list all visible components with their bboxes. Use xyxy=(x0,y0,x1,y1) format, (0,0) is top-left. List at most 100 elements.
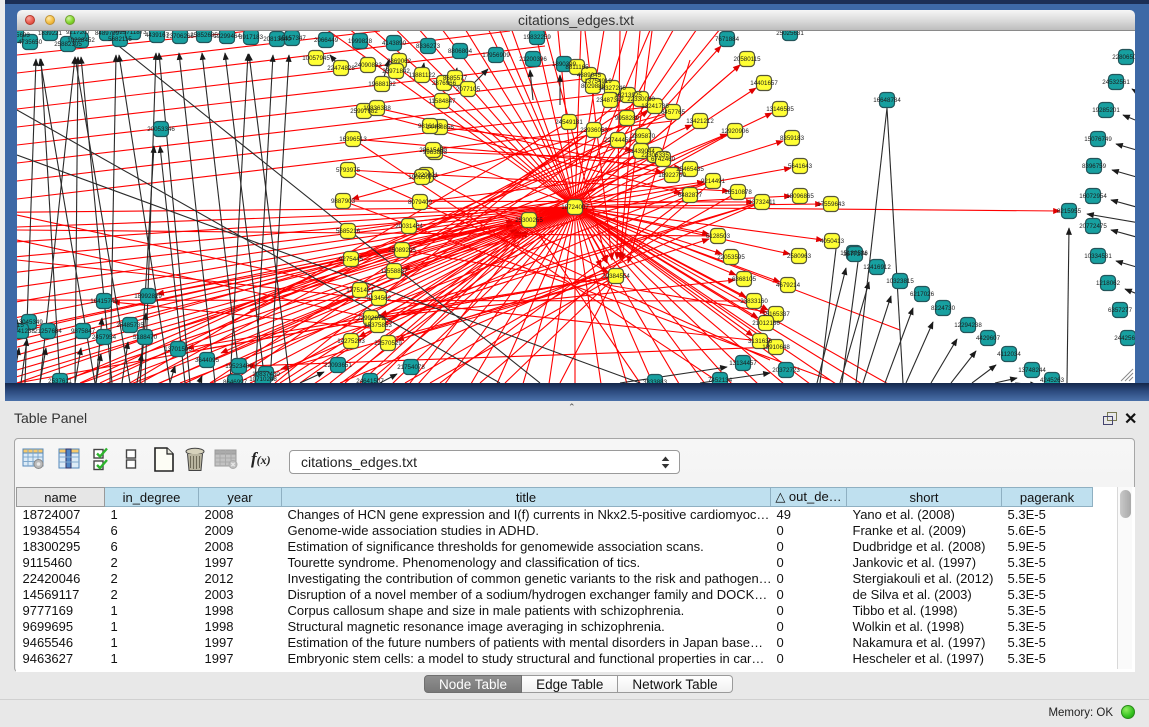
svg-text:19688132: 19688132 xyxy=(368,81,396,88)
svg-text:6742460: 6742460 xyxy=(651,156,676,163)
svg-text:11558837: 11558837 xyxy=(380,268,408,275)
svg-text:12294238: 12294238 xyxy=(954,322,982,329)
svg-text:12541238: 12541238 xyxy=(17,328,35,335)
svg-text:8806804: 8806804 xyxy=(448,48,473,55)
svg-text:5188470: 5188470 xyxy=(133,334,158,341)
svg-text:21012166: 21012166 xyxy=(752,320,780,327)
svg-text:19285201: 19285201 xyxy=(1092,107,1120,114)
svg-text:23936053: 23936053 xyxy=(580,127,608,134)
svg-text:22992872: 22992872 xyxy=(357,315,385,322)
svg-text:18096865: 18096865 xyxy=(786,193,814,200)
svg-text:22806503: 22806503 xyxy=(1112,54,1135,61)
svg-text:20580115: 20580115 xyxy=(733,56,761,63)
svg-text:17956909: 17956909 xyxy=(482,52,510,59)
svg-text:17751421: 17751421 xyxy=(346,287,374,294)
svg-text:9958289: 9958289 xyxy=(615,115,640,122)
svg-text:4679214: 4679214 xyxy=(776,282,801,289)
svg-text:13146585: 13146585 xyxy=(766,106,794,113)
svg-text:5793975: 5793975 xyxy=(336,167,361,174)
svg-text:18724007: 18724007 xyxy=(561,204,589,211)
svg-text:19085076: 19085076 xyxy=(408,174,436,181)
svg-text:6128503: 6128503 xyxy=(706,233,731,240)
svg-text:3395870: 3395870 xyxy=(631,133,656,140)
svg-text:4050413: 4050413 xyxy=(820,238,845,245)
svg-text:14401657: 14401657 xyxy=(750,80,778,87)
svg-text:10710248: 10710248 xyxy=(249,376,277,383)
svg-text:15157347: 15157347 xyxy=(278,35,306,42)
svg-text:21200396: 21200396 xyxy=(519,56,547,63)
svg-text:4429607: 4429607 xyxy=(976,335,1001,342)
svg-text:25485735: 25485735 xyxy=(116,322,144,329)
svg-text:8396759: 8396759 xyxy=(1082,163,1107,170)
svg-text:22474828: 22474828 xyxy=(327,65,355,72)
svg-text:14275203: 14275203 xyxy=(337,338,365,345)
svg-text:24549181: 24549181 xyxy=(555,119,583,126)
svg-text:5682115: 5682115 xyxy=(108,36,132,43)
svg-text:25711873: 25711873 xyxy=(119,31,147,36)
svg-text:15375853: 15375853 xyxy=(364,322,392,329)
svg-text:9275445: 9275445 xyxy=(339,256,364,263)
svg-text:10228452: 10228452 xyxy=(67,37,95,44)
svg-text:1218062: 1218062 xyxy=(1096,280,1121,287)
svg-text:22455603: 22455603 xyxy=(17,32,30,39)
svg-text:6368105: 6368105 xyxy=(732,276,757,283)
svg-text:6457765: 6457765 xyxy=(661,109,686,116)
svg-text:13134457: 13134457 xyxy=(729,360,757,367)
svg-text:2066449: 2066449 xyxy=(314,37,339,44)
svg-text:15076749: 15076749 xyxy=(1084,136,1112,143)
svg-text:23971842: 23971842 xyxy=(382,68,410,75)
svg-text:8079409: 8079409 xyxy=(408,199,433,206)
svg-text:1839221: 1839221 xyxy=(38,31,63,37)
svg-text:9214491: 9214491 xyxy=(701,178,726,185)
svg-text:8685577: 8685577 xyxy=(443,75,468,82)
svg-text:19299464: 19299464 xyxy=(213,33,241,40)
svg-text:8134562: 8134562 xyxy=(367,295,392,302)
svg-text:4112034: 4112034 xyxy=(997,351,1021,358)
svg-text:4143890: 4143890 xyxy=(382,40,407,47)
svg-text:25089205: 25089205 xyxy=(388,247,416,254)
svg-text:19836388: 19836388 xyxy=(363,105,391,112)
svg-text:16648784: 16648784 xyxy=(873,97,901,104)
svg-text:8029889: 8029889 xyxy=(581,83,606,90)
svg-text:5685216: 5685216 xyxy=(336,228,361,235)
svg-text:20372723: 20372723 xyxy=(772,367,800,374)
svg-text:9217207: 9217207 xyxy=(66,31,91,36)
svg-text:7671884: 7671884 xyxy=(715,36,740,43)
svg-text:13732411: 13732411 xyxy=(748,199,776,206)
svg-text:25025631: 25025631 xyxy=(776,31,804,37)
svg-text:8224730: 8224730 xyxy=(931,305,956,312)
svg-text:21257684: 21257684 xyxy=(34,328,62,335)
svg-text:25465435: 25465435 xyxy=(676,166,704,173)
svg-text:19832259: 19832259 xyxy=(523,34,551,41)
svg-text:3677374: 3677374 xyxy=(843,251,868,258)
svg-text:12416912: 12416912 xyxy=(863,264,891,271)
svg-text:20615450: 20615450 xyxy=(419,147,447,154)
svg-text:10057945: 10057945 xyxy=(302,55,330,62)
svg-text:4735650: 4735650 xyxy=(18,39,43,46)
svg-text:10334531: 10334531 xyxy=(1084,253,1112,260)
svg-text:13910648: 13910648 xyxy=(762,344,790,351)
svg-text:1999828: 1999828 xyxy=(348,38,373,45)
svg-text:16072954: 16072954 xyxy=(1079,193,1107,200)
svg-text:15165337: 15165337 xyxy=(762,311,790,318)
svg-text:8811165: 8811165 xyxy=(565,64,589,71)
svg-text:13748244: 13748244 xyxy=(1018,367,1046,374)
svg-text:9816145: 9816145 xyxy=(418,123,443,130)
svg-text:24532561: 24532561 xyxy=(1102,79,1130,86)
svg-text:3644095: 3644095 xyxy=(195,357,220,364)
svg-text:21754078: 21754078 xyxy=(397,364,425,371)
svg-text:22053595: 22053595 xyxy=(717,254,745,261)
svg-text:16415740: 16415740 xyxy=(90,298,118,305)
svg-text:12920906: 12920906 xyxy=(721,128,749,135)
svg-text:11881122: 11881122 xyxy=(409,72,436,79)
svg-text:23833160: 23833160 xyxy=(740,298,768,305)
svg-text:9887903: 9887903 xyxy=(331,198,356,205)
svg-text:18992829: 18992829 xyxy=(134,293,162,300)
svg-text:16396513: 16396513 xyxy=(339,136,367,143)
svg-text:17559643: 17559643 xyxy=(817,201,845,208)
svg-text:6482877: 6482877 xyxy=(678,192,703,199)
svg-text:22093651: 22093651 xyxy=(324,362,352,369)
svg-text:8369062: 8369062 xyxy=(387,58,412,65)
svg-text:11584847: 11584847 xyxy=(428,98,456,105)
svg-text:2077105: 2077105 xyxy=(456,86,481,93)
